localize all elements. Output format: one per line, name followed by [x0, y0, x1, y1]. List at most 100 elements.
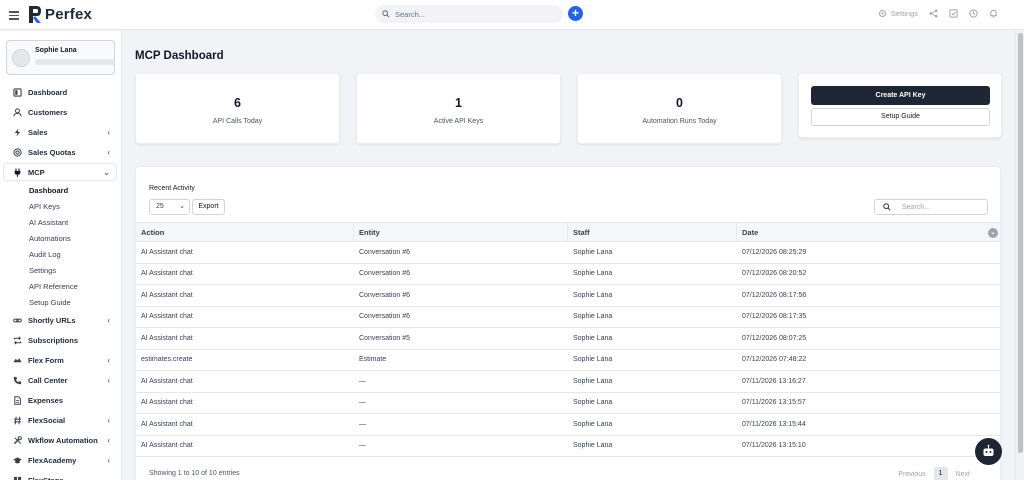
checkbox-icon[interactable] [949, 9, 958, 18]
cell-date: 07/12/2026 07:48:22 [742, 356, 807, 364]
sidebar-subitem-automations[interactable]: Automations [0, 230, 121, 246]
form-icon [12, 355, 22, 365]
page-button-current[interactable]: 1 [933, 467, 948, 480]
sidebar-subitem-dashboard[interactable]: Dashboard [0, 182, 121, 198]
sidebar-item-customers[interactable]: Customers [0, 102, 121, 122]
chevron-left-icon: ‹ [107, 436, 110, 445]
sidebar-item-flexstage[interactable]: FlexStage [0, 470, 121, 480]
page-size-select[interactable]: 25 ⌄ [149, 199, 190, 215]
chevron-left-icon: ‹ [107, 128, 110, 137]
table-row: AI Assistant chat Conversation #6 Sophie L… [136, 264, 1000, 285]
menu-toggle-icon[interactable] [9, 9, 19, 21]
main-content: MCP Dashboard 6 API Calls Today 1 Active… [122, 31, 1015, 480]
ai-assistant-fab[interactable] [975, 438, 1002, 465]
column-header-date[interactable]: Date ⌄ [737, 223, 1000, 241]
clock-icon[interactable] [969, 9, 978, 18]
sidebar-item-expenses[interactable]: Expenses [0, 390, 121, 410]
cell-action: AI Assistant chat [141, 291, 193, 299]
cell-action: AI Assistant chat [141, 270, 193, 278]
sidebar-subitem-setup-guide[interactable]: Setup Guide [0, 294, 121, 310]
hash-icon [12, 415, 22, 425]
gear-icon [878, 10, 886, 17]
stat-label: Automation Runs Today [642, 118, 717, 125]
sidebar-item-flexacademy[interactable]: FlexAcademy ‹ [0, 450, 121, 470]
cell-staff: Sophie Lana [573, 442, 613, 450]
user-profile-card[interactable]: Sophie Lana [6, 40, 115, 75]
user-icon [12, 107, 22, 117]
table-row: AI Assistant chat — Sophie Lana 07/11/2026 … [136, 436, 1000, 457]
cell-entity: — [359, 442, 366, 450]
column-header-action[interactable]: Action [136, 223, 354, 241]
tools-icon [12, 435, 22, 445]
sidebar-item-flex-form[interactable]: Flex Form ‹ [0, 350, 121, 370]
sidebar-item-call-center[interactable]: Call Center ‹ [0, 370, 121, 390]
sidebar-subitem-ai-assistant[interactable]: AI Assistant [0, 214, 121, 230]
column-header-entity[interactable]: Entity [354, 223, 568, 241]
cell-date: 07/11/2026 13:15:57 [742, 399, 806, 407]
sidebar-item-subscriptions[interactable]: Subscriptions [0, 330, 121, 350]
setup-guide-button[interactable]: Setup Guide [811, 108, 990, 126]
panel-title: Recent Activity [149, 185, 195, 192]
app-logo[interactable]: Perfex [28, 5, 92, 24]
settings-link[interactable]: Settings [878, 9, 918, 18]
chevron-left-icon: ‹ [107, 356, 110, 365]
cell-staff: Sophie Lana [573, 313, 613, 321]
cell-date: 07/11/2026 13:16:27 [742, 377, 806, 385]
sidebar-item-label: Subscriptions [28, 335, 79, 345]
plug-icon [12, 167, 22, 177]
export-button[interactable]: Export [192, 199, 225, 215]
sidebar-subitem-settings[interactable]: Settings [0, 262, 121, 278]
global-search-input[interactable]: Search... [375, 5, 563, 23]
cell-staff: Sophie Lana [573, 270, 613, 278]
column-header-staff[interactable]: Staff [568, 223, 737, 241]
page-scrollbar[interactable] [1015, 31, 1024, 480]
cell-staff: Sophie Lana [573, 377, 613, 385]
grid-icon [12, 475, 22, 480]
search-placeholder: Search... [902, 203, 931, 211]
profile-name: Sophie Lana [35, 47, 77, 54]
robot-icon [983, 444, 994, 456]
cell-entity: Estimate [359, 356, 387, 364]
quick-create-button[interactable]: + [568, 6, 583, 21]
table-body: AI Assistant chat Conversation #6 Sophie L… [136, 242, 1000, 457]
sidebar-item-label: Call Center [28, 375, 68, 385]
table-search-input[interactable]: Search... [874, 199, 988, 215]
sidebar-item-flexsocial[interactable]: FlexSocial ‹ [0, 410, 121, 430]
stat-value: 6 [234, 96, 241, 110]
share-icon[interactable] [929, 9, 938, 18]
sidebar-item-wkflow-automation[interactable]: Wkflow Automation ‹ [0, 430, 121, 450]
sidebar-item-label: MCP [28, 167, 45, 177]
page-size-value: 25 [156, 203, 164, 210]
sidebar-item-dashboard[interactable]: Dashboard [0, 82, 121, 102]
sidebar-item-sales-quotas[interactable]: Sales Quotas ‹ [0, 142, 121, 162]
sidebar-subitem-api-reference[interactable]: API Reference [0, 278, 121, 294]
next-page-button[interactable]: Next [956, 471, 970, 478]
cell-date: 07/12/2026 08:20:52 [742, 270, 807, 278]
sidebar-item-mcp[interactable]: MCP ⌄ [0, 162, 121, 182]
sidebar-subitem-api-keys[interactable]: API Keys [0, 198, 121, 214]
cell-entity: — [359, 399, 366, 407]
sidebar-subitem-audit-log[interactable]: Audit Log [0, 246, 121, 262]
cell-staff: Sophie Lana [573, 248, 613, 256]
sidebar-item-label: Sales [28, 127, 48, 137]
table-row: estimates.create Estimate Sophie Lana 07/12… [136, 350, 1000, 371]
sort-chevron-icon[interactable]: ⌄ [988, 228, 998, 238]
sidebar-item-sales[interactable]: Sales ‹ [0, 122, 121, 142]
dashboard-icon [12, 87, 22, 97]
scrollbar-thumb[interactable] [1018, 33, 1023, 453]
file-icon [12, 395, 22, 405]
table-row: AI Assistant chat — Sophie Lana 07/11/2026 … [136, 371, 1000, 393]
column-header-label: Date [742, 227, 759, 237]
cell-staff: Sophie Lana [573, 356, 613, 364]
stat-card-automation-runs: 0 Automation Runs Today [577, 73, 782, 144]
sidebar-item-shortly-urls[interactable]: Shortly URLs ‹ [0, 310, 121, 330]
chevron-left-icon: ‹ [107, 316, 110, 325]
cell-action: AI Assistant chat [141, 442, 193, 450]
bell-icon[interactable] [989, 9, 998, 18]
chevron-down-icon: ⌄ [103, 168, 110, 177]
search-placeholder: Search... [395, 9, 426, 19]
cell-entity: — [359, 420, 366, 428]
previous-page-button[interactable]: Previous [898, 471, 925, 478]
create-api-key-button[interactable]: Create API Key [811, 86, 990, 105]
graduation-icon [12, 455, 22, 465]
